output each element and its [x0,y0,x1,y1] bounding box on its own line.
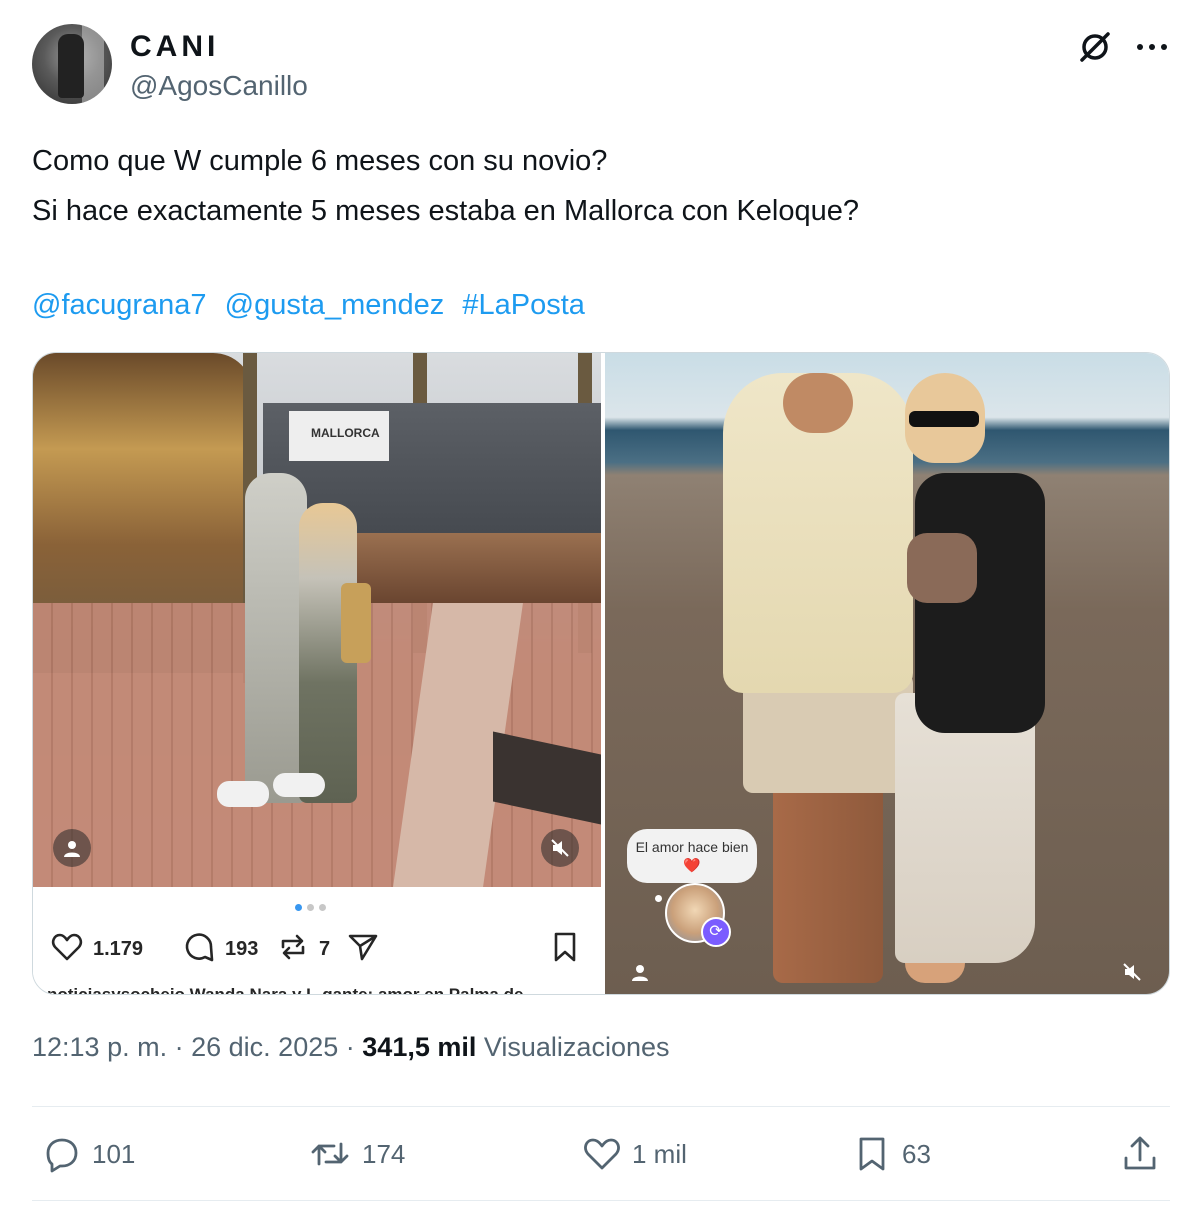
tweet-line-2: Si hace exactamente 5 meses estaba en Ma… [32,195,859,227]
beach-photo[interactable]: El amor hace bien ❤️ ⟳ [605,353,1169,994]
tagged-user-icon[interactable] [53,829,91,867]
person-camo [245,473,307,803]
tweet-text: Como que W cumple 6 meses con su novio? … [32,136,1162,236]
divider [32,1106,1170,1107]
mention-gusta-mendez-link[interactable]: @gusta_mendez [225,289,445,321]
bookmark-icon [554,932,576,962]
ig-repost-count: 7 [319,938,331,960]
tweet-header: CANI @AgosCanillo [32,24,1172,108]
mallorca-photo: MALLORCA [33,353,601,887]
mute-icon-2[interactable] [1117,957,1147,987]
comment-icon [185,933,214,962]
tweet-line-1: Como que W cumple 6 meses con su novio? [32,145,608,177]
note-bubble-text: El amor hace bien [635,839,749,855]
shop-front [333,533,601,603]
mallorca-sign: MALLORCA [289,411,389,461]
tweet-meta: 12:13 p. m. · 26 dic. 2025 · 341,5 mil V… [32,1032,670,1063]
views-count: 341,5 mil [362,1032,477,1062]
mallorca-sign-text: MALLORCA [311,426,380,440]
retweet-icon [311,1142,349,1166]
tweet-actions: 101 174 1 mil 63 [32,1130,1170,1178]
author-handle[interactable]: @AgosCanillo [130,70,308,102]
reply-count: 101 [92,1139,136,1169]
bookmark-icon-tweet [859,1137,885,1171]
reply-icon [46,1138,78,1173]
note-bubble: El amor hace bien ❤️ [627,829,757,883]
repost-icon [281,934,305,960]
ig-like-count: 1.179 [93,938,144,960]
tweet-date[interactable]: 26 dic. 2025 [191,1032,338,1062]
meta-separator-2: · [345,1032,355,1062]
instagram-actions: 1.179 193 7 [51,929,591,969]
heart-emoji: ❤️ [683,857,701,873]
refresh-badge-icon: ⟳ [701,917,731,947]
hashtag-laposta-link[interactable]: #LaPosta [462,289,585,321]
divider-bottom [32,1200,1170,1201]
author-avatar[interactable] [32,24,112,104]
views-label: Visualizaciones [483,1032,670,1062]
mention-facugrana7-link[interactable]: @facugrana7 [32,289,207,321]
mute-icon[interactable] [541,829,579,867]
bookmark-count: 63 [902,1139,931,1169]
person-woman [885,373,1055,983]
like-heart-icon [584,1138,620,1170]
author-display-name[interactable]: CANI [130,30,219,64]
tweet-media[interactable]: MALLORCA 1.179 193 7 noticiasysocheio Wa… [32,352,1170,995]
ig-caption: noticiasysocheio Wanda Nara y L-gante: a… [47,985,524,995]
meta-separator: · [174,1032,184,1062]
grok-icon[interactable] [1078,30,1112,64]
send-icon [348,934,378,961]
instagram-post-screenshot[interactable]: MALLORCA 1.179 193 7 noticiasysocheio Wa… [33,353,601,995]
repost-count: 174 [362,1139,406,1169]
more-options-icon[interactable] [1134,30,1170,64]
share-icon [1124,1136,1156,1170]
like-count: 1 mil [632,1139,687,1169]
tweet-mentions: @facugrana7 @gusta_mendez #LaPosta [32,280,595,330]
tweet-time[interactable]: 12:13 p. m. [32,1032,167,1062]
ig-comment-count: 193 [225,938,259,960]
tagged-user-icon-2[interactable] [625,957,655,987]
carousel-dots [295,904,339,914]
heart-icon [51,933,83,961]
